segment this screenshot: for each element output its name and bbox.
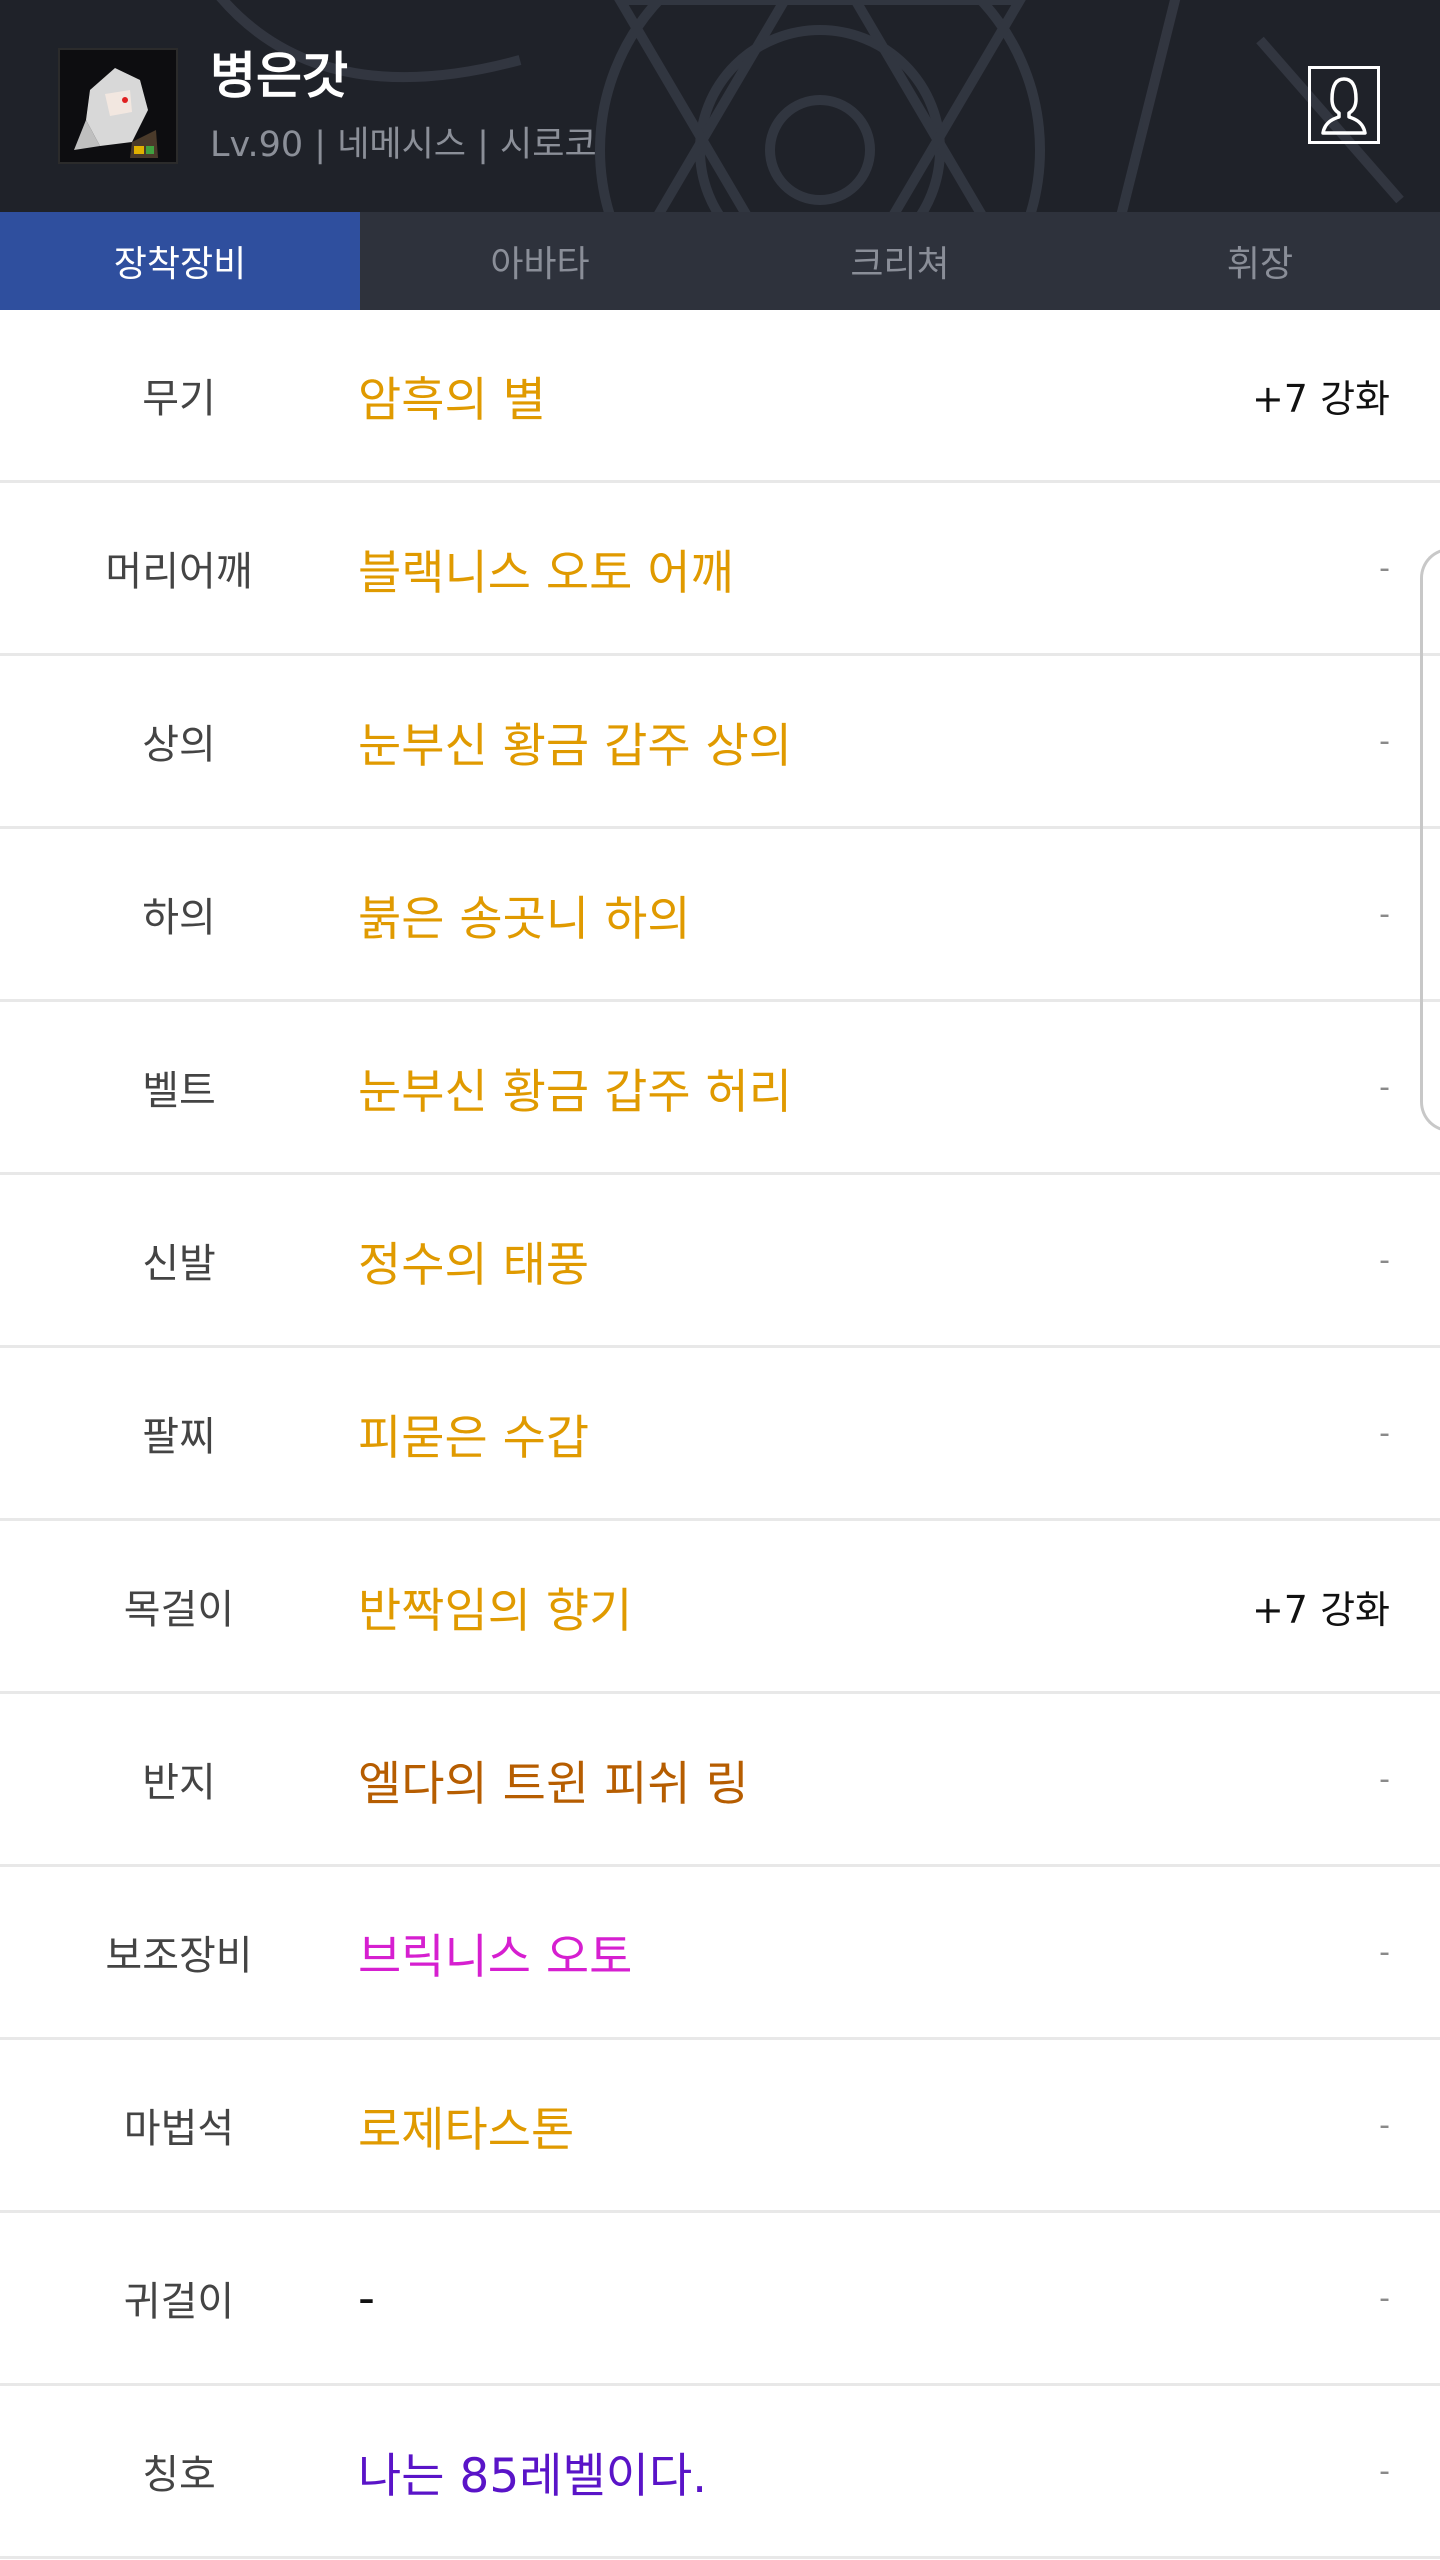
- item-name[interactable]: 정수의 태풍: [358, 1175, 589, 1345]
- enhance-level: -: [1379, 896, 1390, 932]
- equipment-row-weapon[interactable]: 무기 암흑의 별 +7 강화: [0, 310, 1440, 483]
- enhance-level: -: [1379, 1761, 1390, 1797]
- tab-insignia[interactable]: 휘장: [1080, 212, 1440, 310]
- enhance-level: +7 강화: [1251, 376, 1390, 421]
- slot-label: 마법석: [123, 2106, 235, 2152]
- equipment-row-bracelet[interactable]: 팔찌 피묻은 수갑 -: [0, 1348, 1440, 1521]
- slot-label: 귀걸이: [123, 2279, 235, 2325]
- item-name[interactable]: 눈부신 황금 갑주 허리: [358, 1002, 792, 1172]
- item-name[interactable]: 피묻은 수갑: [358, 1348, 589, 1518]
- equipment-row-necklace[interactable]: 목걸이 반짝임의 향기 +7 강화: [0, 1521, 1440, 1694]
- scroll-indicator[interactable]: [1420, 548, 1440, 1132]
- item-name[interactable]: 블랙니스 오토 어깨: [358, 483, 734, 653]
- item-name[interactable]: 붉은 송곳니 하의: [358, 829, 691, 999]
- enhance-level: -: [1379, 1069, 1390, 1105]
- equipment-row-support[interactable]: 보조장비 브릭니스 오토 -: [0, 1867, 1440, 2040]
- enhance-level: +7 강화: [1251, 1587, 1390, 1632]
- equipment-row-head-shoulder[interactable]: 머리어깨 블랙니스 오토 어깨 -: [0, 483, 1440, 656]
- character-avatar[interactable]: [58, 48, 178, 164]
- item-name[interactable]: 눈부신 황금 갑주 상의: [358, 656, 792, 826]
- equipment-row-shoes[interactable]: 신발 정수의 태풍 -: [0, 1175, 1440, 1348]
- item-name[interactable]: 반짝임의 향기: [358, 1521, 632, 1691]
- enhance-level: -: [1379, 723, 1390, 759]
- equipment-row-top[interactable]: 상의 눈부신 황금 갑주 상의 -: [0, 656, 1440, 829]
- slot-label: 벨트: [142, 1068, 216, 1114]
- equipment-row-ring[interactable]: 반지 엘다의 트윈 피쉬 링 -: [0, 1694, 1440, 1867]
- slot-label: 목걸이: [123, 1587, 235, 1633]
- slot-label: 보조장비: [105, 1933, 253, 1979]
- character-header: 병은갓 Lv.90 | 네메시스 | 시로코: [0, 0, 1440, 212]
- item-name[interactable]: 엘다의 트윈 피쉬 링: [358, 1694, 749, 1864]
- equipment-row-magic-stone[interactable]: 마법석 로제타스톤 -: [0, 2040, 1440, 2213]
- item-name[interactable]: 브릭니스 오토: [358, 1867, 632, 2037]
- person-icon: [1321, 77, 1367, 135]
- item-name[interactable]: 로제타스톤: [358, 2040, 574, 2210]
- tab-avatar[interactable]: 아바타: [360, 212, 720, 310]
- enhance-level: -: [1379, 1242, 1390, 1278]
- tab-equipped-gear[interactable]: 장착장비: [0, 212, 360, 310]
- enhance-level: -: [1379, 1934, 1390, 1970]
- enhance-level: -: [1379, 2453, 1390, 2489]
- slot-label: 반지: [142, 1760, 216, 1806]
- equipment-row-belt[interactable]: 벨트 눈부신 황금 갑주 허리 -: [0, 1002, 1440, 1175]
- enhance-level: -: [1379, 550, 1390, 586]
- equipment-list: 무기 암흑의 별 +7 강화 머리어깨 블랙니스 오토 어깨 - 상의 눈부신 …: [0, 310, 1440, 2559]
- equipment-tabs: 장착장비 아바타 크리쳐 휘장: [0, 212, 1440, 310]
- enhance-level: -: [1379, 2107, 1390, 2143]
- item-name[interactable]: 나는 85레벨이다.: [358, 2386, 707, 2556]
- slot-label: 팔찌: [142, 1414, 216, 1460]
- item-name[interactable]: -: [358, 2213, 375, 2383]
- character-name: 병은갓: [210, 47, 348, 105]
- character-portrait-icon: [60, 50, 176, 162]
- slot-label: 상의: [142, 722, 216, 768]
- slot-label: 하의: [142, 895, 216, 941]
- profile-button[interactable]: [1308, 66, 1380, 144]
- item-name[interactable]: 암흑의 별: [358, 310, 546, 480]
- enhance-level: -: [1379, 2280, 1390, 2316]
- equipment-row-earring[interactable]: 귀걸이 - -: [0, 2213, 1440, 2386]
- character-meta: Lv.90 | 네메시스 | 시로코: [210, 125, 597, 165]
- tab-creature[interactable]: 크리쳐: [720, 212, 1080, 310]
- slot-label: 칭호: [142, 2452, 216, 2498]
- slot-label: 무기: [142, 376, 216, 422]
- slot-label: 머리어깨: [105, 549, 253, 595]
- equipment-row-bottom[interactable]: 하의 붉은 송곳니 하의 -: [0, 829, 1440, 1002]
- slot-label: 신발: [142, 1241, 216, 1287]
- equipment-row-title[interactable]: 칭호 나는 85레벨이다. -: [0, 2386, 1440, 2559]
- enhance-level: -: [1379, 1415, 1390, 1451]
